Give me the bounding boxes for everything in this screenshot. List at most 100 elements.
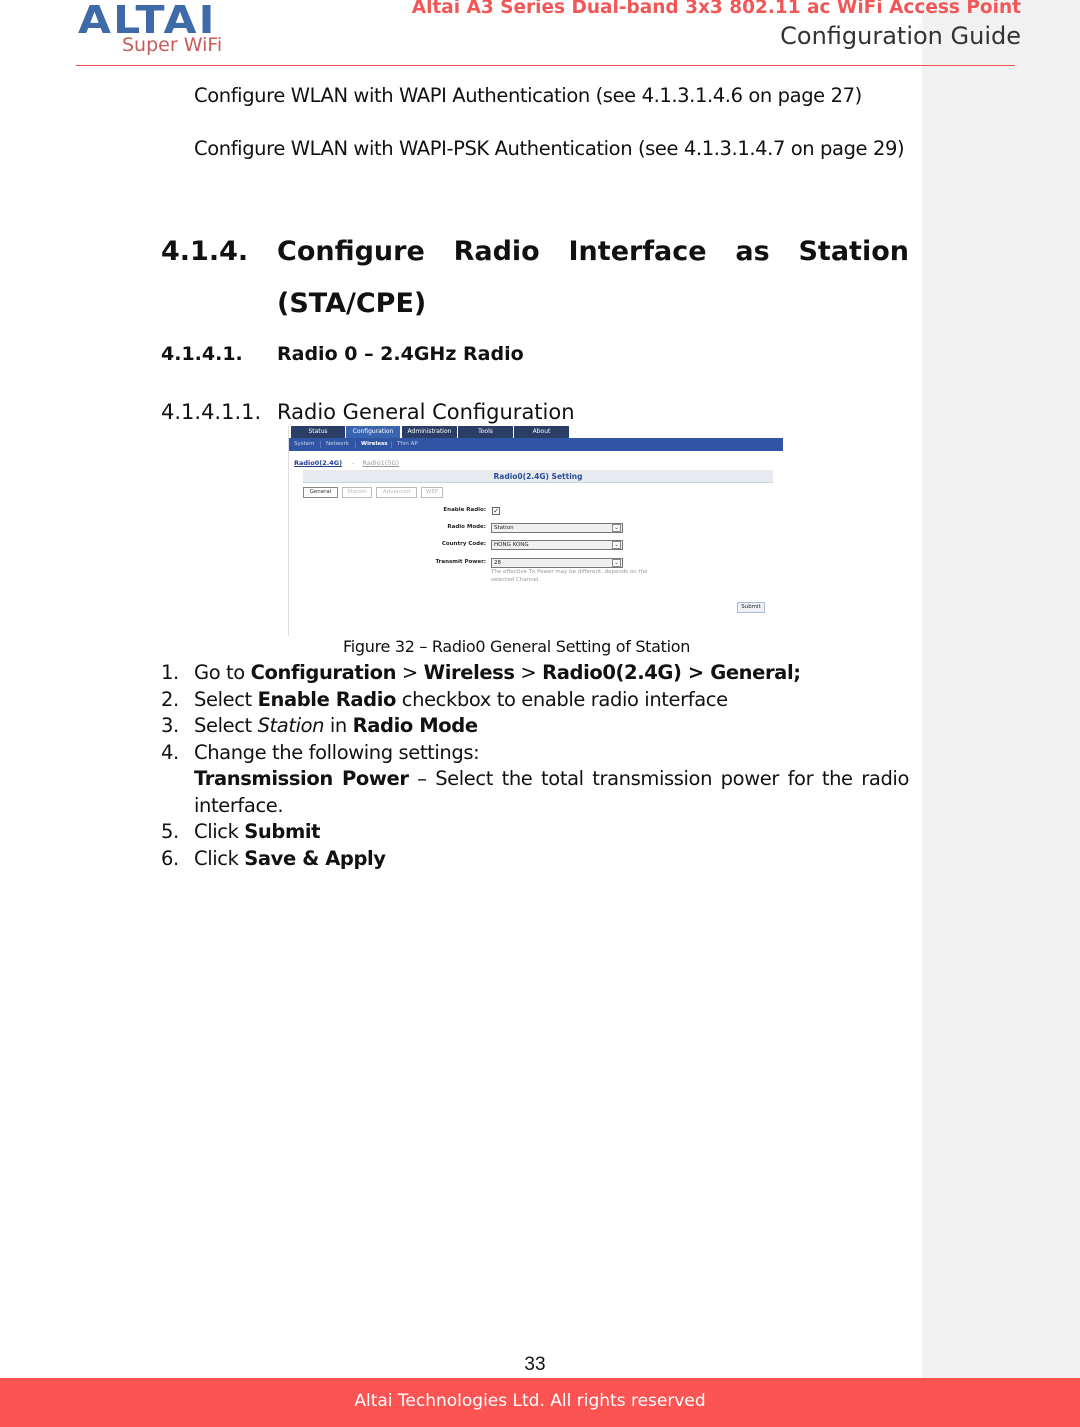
subnav-separator: [391, 441, 392, 448]
page-margin-shade: [922, 0, 1080, 1378]
section-title: Configure Radio Interface as Station: [277, 236, 909, 267]
step-number: 1.: [161, 661, 179, 684]
step-text: Select Station in Radio Mode: [194, 713, 909, 740]
radio-mode-select[interactable]: Station ⌄: [491, 523, 623, 533]
subtab-station[interactable]: Station: [342, 487, 372, 498]
enable-radio-row: Enable Radio: ✓: [289, 506, 783, 518]
step-text-span: Select: [194, 714, 258, 737]
transmit-power-value: 28: [494, 560, 501, 566]
chevron-down-icon: ⌄: [612, 559, 621, 567]
country-code-value: HONG KONG: [494, 542, 529, 548]
logo-wordmark: ALTAI: [78, 0, 217, 42]
subnav-separator: [320, 441, 321, 448]
step-item: 2. Select Enable Radio checkbox to enable…: [161, 687, 909, 714]
step-text-bold: Radio0(2.4G) > General;: [542, 661, 801, 684]
step-item: 6. Click Save & Apply: [161, 846, 909, 873]
step-text: Select Enable Radio checkbox to enable r…: [194, 687, 909, 714]
step-text-bold: Submit: [244, 820, 321, 843]
figure-screenshot: Status Configuration Administration Tool…: [288, 426, 783, 636]
step-text-span: Select: [194, 687, 258, 711]
step-number: 6.: [161, 846, 179, 870]
step-text-span: checkbox to enable radio interface: [396, 687, 728, 711]
subnav-network[interactable]: Network: [326, 438, 349, 451]
radio-mode-value: Station: [494, 525, 514, 531]
step-text-bold: Configuration: [250, 661, 397, 684]
tab-administration[interactable]: Administration: [402, 426, 457, 438]
header-divider: [76, 65, 1015, 66]
step-text-bold: Radio Mode: [352, 714, 478, 737]
altai-logo: ALTAI Super WiFi: [78, 0, 283, 58]
document-title: Altai A3 Series Dual-band 3x3 802.11 ac …: [411, 0, 1021, 18]
radio-links-separator: -: [352, 459, 355, 467]
transmit-power-select[interactable]: 28 ⌄: [491, 558, 623, 568]
step-text-span: Change the following settings:: [194, 740, 480, 764]
step-text-span: Go to: [194, 661, 251, 684]
page-number: 33: [524, 1354, 546, 1375]
tab-tools[interactable]: Tools: [458, 426, 513, 438]
subnav-thin-ap[interactable]: Thin AP: [397, 438, 418, 451]
step-text-span: Click: [194, 820, 245, 843]
step-detail: Transmission Power – Select the total tr…: [194, 766, 909, 819]
subnav-system[interactable]: System: [294, 438, 315, 451]
step-item: 3. Select Station in Radio Mode: [161, 713, 909, 740]
tab-configuration[interactable]: Configuration: [346, 426, 400, 438]
intro-line-wapi-psk: Configure WLAN with WAPI-PSK Authenticat…: [194, 137, 905, 160]
step-number: 3.: [161, 714, 179, 737]
transmit-power-label: Transmit Power:: [435, 559, 486, 565]
radio-links: Radio0(2.4G) - Radio1(5G): [294, 459, 399, 467]
country-code-label: Country Code:: [441, 541, 486, 547]
radio1-link[interactable]: Radio1(5G): [362, 459, 399, 467]
steps-list: 1. Go to Configuration > Wireless > Radio…: [161, 660, 909, 872]
subsection-heading: 4.1.4.1. Radio 0 – 2.4GHz Radio: [161, 343, 524, 365]
sub-nav: System Network Wireless Thin AP: [289, 438, 783, 451]
subsection-title: Radio 0 – 2.4GHz Radio: [277, 343, 524, 365]
country-code-row: Country Code: HONG KONG ⌄: [289, 540, 783, 552]
enable-radio-label: Enable Radio:: [443, 507, 486, 513]
figure-caption: Figure 32 – Radio0 General Setting of St…: [343, 637, 691, 656]
step-number: 5.: [161, 820, 179, 843]
setting-title-bar: Radio0(2.4G) Setting: [303, 470, 773, 483]
step-item: 1. Go to Configuration > Wireless > Radio…: [161, 660, 909, 687]
step-item: 4. Change the following settings: Transmis…: [161, 740, 909, 820]
logo-tagline: Super WiFi: [122, 34, 223, 56]
step-text-span: >: [514, 661, 543, 684]
section-title-continued: (STA/CPE): [277, 288, 427, 319]
subnav-wireless[interactable]: Wireless: [361, 438, 388, 451]
subsubsection-number: 4.1.4.1.1.: [161, 400, 262, 424]
step-text: Change the following settings:: [194, 740, 909, 767]
step-text: Click Submit: [194, 819, 909, 846]
step-item: 5. Click Submit: [161, 819, 909, 846]
tab-status[interactable]: Status: [291, 426, 345, 438]
step-text-bold: Save & Apply: [244, 846, 386, 870]
subtab-general[interactable]: General: [303, 487, 338, 498]
subtab-advanced[interactable]: Advanced: [376, 487, 417, 498]
step-text-span: Click: [194, 846, 245, 870]
footer-copyright: Altai Technologies Ltd. All rights reser…: [354, 1391, 706, 1411]
step-text-italic: Station: [257, 714, 325, 737]
subsection-number: 4.1.4.1.: [161, 343, 243, 365]
step-text-bold: Enable Radio: [257, 687, 397, 711]
subtab-wep[interactable]: WEP: [421, 487, 443, 498]
step-text-span: >: [396, 661, 424, 684]
document-subtitle: Configuration Guide: [780, 22, 1021, 50]
step-text-bold: Wireless: [423, 661, 515, 684]
chevron-down-icon: ⌄: [612, 541, 621, 549]
radio-mode-row: Radio Mode: Station ⌄: [289, 523, 783, 535]
step-text: Click Save & Apply: [194, 846, 909, 873]
country-code-select[interactable]: HONG KONG ⌄: [491, 540, 623, 550]
transmit-power-hint: The effective Tx Power may be different,…: [491, 569, 648, 583]
section-number: 4.1.4.: [161, 236, 249, 267]
radio-mode-label: Radio Mode:: [447, 524, 486, 530]
tab-about[interactable]: About: [514, 426, 569, 438]
chevron-down-icon: ⌄: [612, 524, 621, 532]
subsubsection-heading: 4.1.4.1.1. Radio General Configuration: [161, 400, 575, 424]
submit-button[interactable]: Submit: [737, 602, 765, 613]
subsubsection-title: Radio General Configuration: [277, 400, 575, 424]
subnav-separator: [355, 441, 356, 448]
step-number: 4.: [161, 740, 179, 764]
step-number: 2.: [161, 687, 179, 711]
step-detail-label: Transmission Power: [194, 767, 409, 790]
enable-radio-checkbox[interactable]: ✓: [492, 507, 500, 515]
radio0-link[interactable]: Radio0(2.4G): [294, 459, 342, 467]
step-text-span: in: [324, 714, 353, 737]
